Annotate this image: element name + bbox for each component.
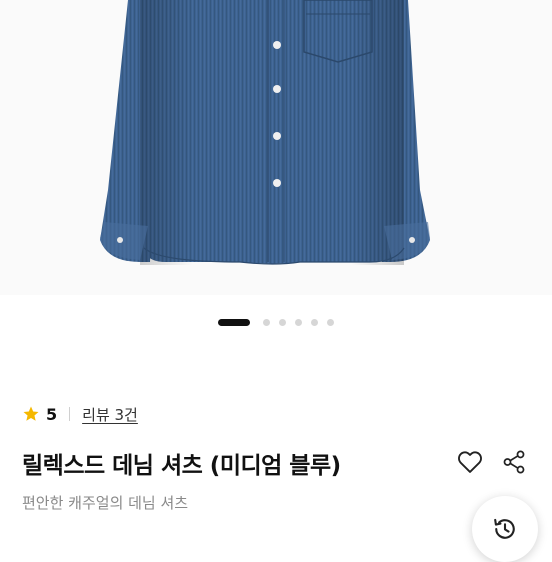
share-icon [503,450,525,474]
product-image[interactable] [0,0,552,295]
carousel-dot[interactable] [295,318,302,326]
history-icon [494,518,515,539]
carousel-indicator[interactable] [0,316,552,328]
share-button[interactable] [497,445,531,479]
carousel-dot[interactable] [311,318,318,326]
product-subtitle: 편안한 캐주얼의 데님 셔츠 [22,494,189,512]
rating-value: 5 [46,404,58,424]
rating-divider [69,407,71,421]
carousel-dot-active[interactable] [218,318,250,326]
heart-icon [458,451,482,473]
denim-shirt-illustration [100,0,430,265]
carousel-dot[interactable] [279,318,286,326]
carousel-dot[interactable] [263,318,270,326]
product-title: 릴렉스드 데님 셔츠 (미디엄 블루) [22,453,341,479]
wishlist-button[interactable] [452,445,488,479]
rating-row: 5 리뷰 3건 [22,402,138,426]
recently-viewed-button[interactable] [472,496,538,562]
star-icon [23,406,39,421]
review-count-link[interactable]: 리뷰 3건 [82,404,138,425]
carousel-dot[interactable] [327,318,334,326]
